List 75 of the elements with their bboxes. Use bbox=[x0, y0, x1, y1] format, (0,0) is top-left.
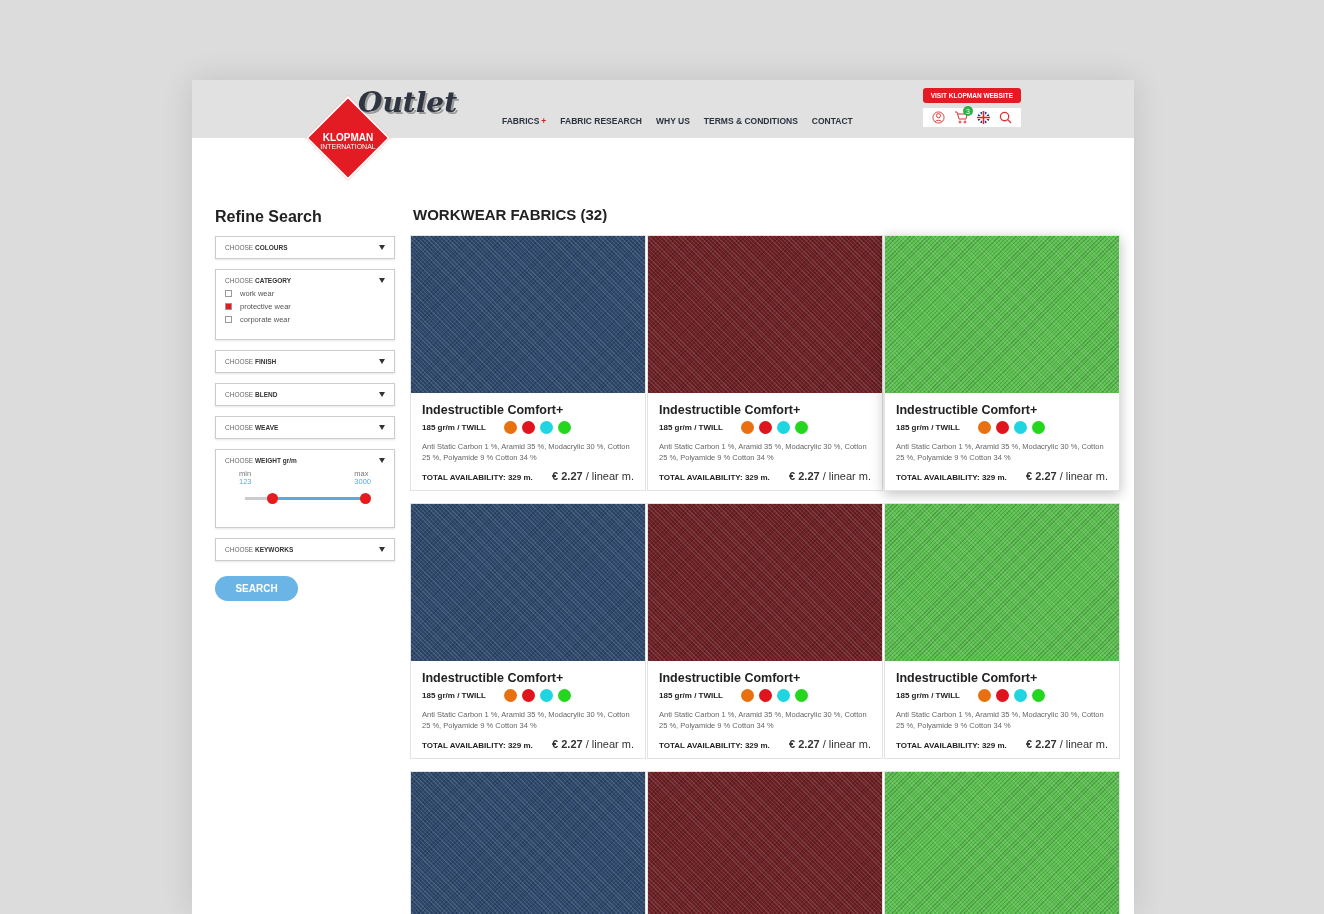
user-icon[interactable] bbox=[931, 111, 945, 124]
color-dot[interactable] bbox=[759, 421, 772, 434]
color-dot[interactable] bbox=[996, 688, 1009, 702]
color-dot[interactable] bbox=[978, 421, 991, 434]
color-dot[interactable] bbox=[558, 421, 571, 434]
product-name: Indestructible Comfort+ bbox=[422, 670, 565, 685]
product-name: Indestructible Comfort+ bbox=[659, 670, 802, 685]
caret-icon bbox=[379, 245, 385, 250]
availability: TOTAL AVAILABILITY: 329 m. bbox=[896, 472, 1007, 482]
color-dot[interactable] bbox=[1014, 421, 1027, 434]
nav-link[interactable]: TERMS & CONDITIONS bbox=[703, 116, 798, 126]
color-dot[interactable] bbox=[777, 421, 790, 434]
checkbox[interactable] bbox=[225, 303, 232, 310]
color-dot[interactable] bbox=[540, 688, 553, 702]
color-dot[interactable] bbox=[1032, 421, 1045, 434]
slider-thumb[interactable] bbox=[267, 492, 279, 504]
product-name: Indestructible Comfort+ bbox=[896, 403, 1039, 417]
nav-link[interactable]: FABRICS + bbox=[502, 116, 547, 126]
product-card[interactable] bbox=[410, 770, 646, 914]
product-name: Indestructible Comfort+ bbox=[422, 403, 565, 417]
availability: TOTAL AVAILABILITY: 329 m. bbox=[659, 740, 770, 750]
color-dot[interactable] bbox=[504, 688, 517, 702]
product-spec: 185 gr/m / TWILL bbox=[896, 690, 960, 700]
cart-icon[interactable] bbox=[953, 111, 968, 124]
color-dot[interactable] bbox=[978, 688, 991, 702]
caret-icon bbox=[379, 392, 385, 397]
availability: TOTAL AVAILABILITY: 329 m. bbox=[659, 472, 770, 482]
checkbox[interactable] bbox=[225, 290, 232, 297]
color-dot[interactable] bbox=[504, 421, 517, 434]
slider-thumb[interactable] bbox=[359, 492, 371, 504]
checkbox[interactable] bbox=[225, 316, 232, 323]
caret-icon bbox=[379, 359, 385, 364]
nav-link[interactable]: CONTACT bbox=[811, 116, 853, 126]
color-dot[interactable] bbox=[1014, 688, 1027, 702]
product-name: Indestructible Comfort+ bbox=[659, 403, 802, 417]
product-price: € 2.27 / linear m. bbox=[552, 737, 634, 750]
color-dot[interactable] bbox=[996, 421, 1009, 434]
availability: TOTAL AVAILABILITY: 329 m. bbox=[896, 740, 1007, 750]
product-price: € 2.27 / linear m. bbox=[789, 737, 871, 750]
caret-icon bbox=[379, 425, 385, 430]
product-spec: 185 gr/m / TWILL bbox=[422, 690, 486, 700]
caret-icon bbox=[379, 278, 385, 283]
logo-brand: KLOPMAN bbox=[321, 132, 375, 143]
product-card[interactable] bbox=[647, 770, 883, 914]
product-price: € 2.27 / linear m. bbox=[1026, 469, 1108, 482]
availability: TOTAL AVAILABILITY: 329 m. bbox=[422, 472, 533, 482]
product-name: Indestructible Comfort+ bbox=[896, 670, 1039, 685]
availability: TOTAL AVAILABILITY: 329 m. bbox=[422, 740, 533, 750]
color-dot[interactable] bbox=[759, 688, 772, 702]
color-dot[interactable] bbox=[1032, 688, 1045, 702]
color-dot[interactable] bbox=[741, 688, 754, 702]
color-dot[interactable] bbox=[540, 421, 553, 434]
product-spec: 185 gr/m / TWILL bbox=[659, 423, 723, 432]
search-icon[interactable] bbox=[998, 111, 1012, 124]
color-dot[interactable] bbox=[795, 688, 808, 702]
logo-script: Outlet bbox=[358, 86, 458, 119]
product-spec: 185 gr/m / TWILL bbox=[659, 690, 723, 700]
product-price: € 2.27 / linear m. bbox=[1026, 737, 1108, 750]
product-spec: 185 gr/m / TWILL bbox=[896, 423, 960, 432]
product-price: € 2.27 / linear m. bbox=[789, 469, 871, 482]
product-price: € 2.27 / linear m. bbox=[552, 469, 634, 482]
color-dot[interactable] bbox=[558, 688, 571, 702]
results-title: WORKWEAR FABRICS (32) bbox=[413, 206, 609, 223]
nav-link[interactable]: WHY US bbox=[656, 116, 690, 126]
color-dot[interactable] bbox=[522, 688, 535, 702]
nav-link[interactable]: FABRIC RESEARCH bbox=[560, 116, 642, 126]
color-dot[interactable] bbox=[777, 688, 790, 702]
caret-icon bbox=[379, 458, 385, 463]
caret-icon bbox=[379, 546, 385, 552]
product-spec: 185 gr/m / TWILL bbox=[422, 423, 486, 432]
flag-icon[interactable] bbox=[976, 111, 990, 124]
color-dot[interactable] bbox=[522, 421, 535, 434]
color-dot[interactable] bbox=[795, 421, 808, 434]
sidebar-title: Refine Search bbox=[215, 208, 323, 226]
color-dot[interactable] bbox=[741, 421, 754, 434]
